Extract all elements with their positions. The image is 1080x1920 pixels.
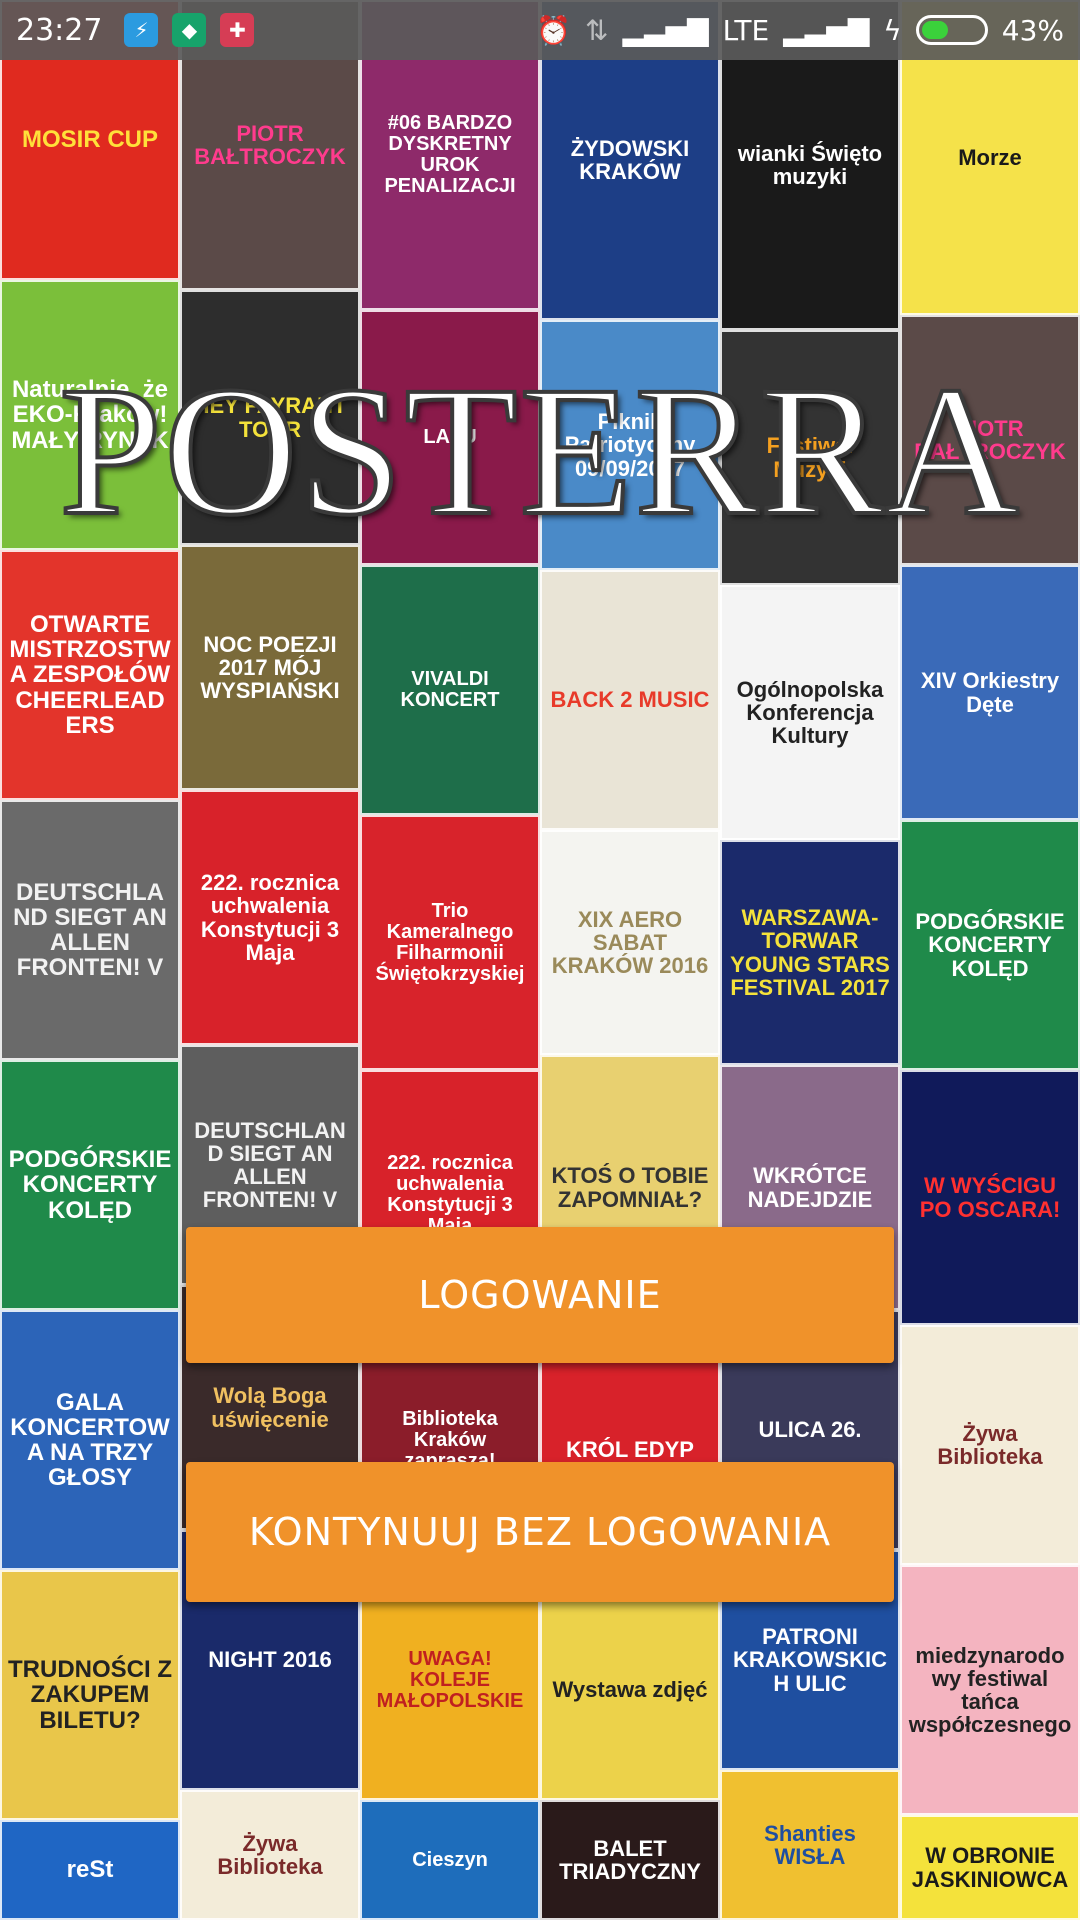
poster-title: #06 BARDZO DYSKRETNY UROK PENALIZACJI xyxy=(384,112,516,197)
usb-icon: ⚡ xyxy=(124,13,159,47)
poster-title: Cieszyn xyxy=(412,1848,488,1871)
poster-tile: XIV Orkiestry Dęte xyxy=(900,565,1080,820)
poster-tile: Żywa Biblioteka xyxy=(180,1790,360,1920)
poster-title: XIX AERO SABAT KRAKÓW 2016 xyxy=(551,906,709,979)
poster-tile: GALA KONCERTOWA NA TRZY GŁOSY xyxy=(0,1310,180,1570)
poster-tile: NOC POEZJI 2017 MÓJ WYSPIAŃSKI xyxy=(180,545,360,790)
poster-title: VIVALDI KONCERT xyxy=(400,668,500,711)
poster-tile: 222. rocznica uchwalenia Konstytucji 3 M… xyxy=(180,790,360,1045)
poster-title: GALA KONCERTOWA NA TRZY GŁOSY xyxy=(10,1388,170,1492)
poster-tile: PODGÓRSKIE KONCERTY KOLĘD xyxy=(900,820,1080,1070)
poster-tile: W OBRONIE JASKINIOWCA xyxy=(900,1815,1080,1920)
poster-title: DEUTSCHLAND SIEGT AN ALLEN FRONTEN! V xyxy=(194,1117,346,1213)
poster-title: Żywa Biblioteka xyxy=(937,1420,1043,1469)
poster-title: ŻYDOWSKI KRAKÓW xyxy=(570,135,690,184)
continue-without-login-button[interactable]: KONTYNUUJ BEZ LOGOWANIA xyxy=(186,1462,894,1602)
poster-title: PIOTR BAŁTROCZYK xyxy=(194,120,346,169)
poster-tile: OTWARTE MISTRZOSTWA ZESPOŁÓW CHEERLEADER… xyxy=(0,550,180,800)
poster-tile: VIVALDI KONCERT xyxy=(360,565,540,815)
poster-tile: DEUTSCHLAND SIEGT AN ALLEN FRONTEN! V xyxy=(0,800,180,1060)
poster-title: PATRONI KRAKOWSKICH ULIC xyxy=(733,1624,887,1696)
poster-tile: BACK 2 MUSIC xyxy=(540,570,720,830)
poster-title: DEUTSCHLAND SIEGT AN ALLEN FRONTEN! V xyxy=(13,878,167,982)
alarm-icon: ⏰ xyxy=(536,13,571,47)
poster-tile: Ogólnopolska Konferencja Kultury xyxy=(720,585,900,840)
poster-title: W WYŚCIGU PO OSCARA! xyxy=(919,1173,1061,1222)
poster-tile: Żywa Biblioteka xyxy=(900,1325,1080,1565)
poster-title: reSt xyxy=(66,1856,114,1884)
poster-tile: PODGÓRSKIE KONCERTY KOLĘD xyxy=(0,1060,180,1310)
poster-title: KRÓL EDYP xyxy=(566,1437,694,1463)
poster-tile: Trio Kameralnego Filharmonii Świętokrzys… xyxy=(360,815,540,1070)
network-type: LTE xyxy=(722,13,770,47)
poster-tile: Wystawa zdjęć xyxy=(540,1580,720,1800)
shield-icon: ◆ xyxy=(172,13,207,47)
poster-title: Shanties WISŁA xyxy=(764,1820,856,1869)
status-bar: 23:27 ⚡ ◆ ✚ ⏰ ⇅ ▂▃▅▇ LTE ▂▃▅▇ ϟ 43% xyxy=(0,0,1080,60)
poster-title: Wolą Boga uświęcenie xyxy=(211,1383,329,1432)
battery-percent: 43% xyxy=(1001,13,1064,47)
signal-icon-2: ▂▃▅▇ xyxy=(783,13,870,47)
poster-title: BALET TRIADYCZNY xyxy=(559,1835,701,1884)
poster-title: Żywa Biblioteka xyxy=(217,1830,323,1879)
app-title: POSTERRA xyxy=(57,347,1021,556)
poster-title: Wystawa zdjęć xyxy=(552,1677,708,1703)
login-button[interactable]: LOGOWANIE xyxy=(186,1227,894,1363)
poster-background-grid: MOSIR CUP Naturalnie, że EKO-Kraków! MAŁY… xyxy=(0,0,1080,1920)
poster-title: Trio Kameralnego Filharmonii Świętokrzys… xyxy=(375,899,525,985)
battery-icon xyxy=(915,15,988,45)
status-time: 23:27 xyxy=(16,12,103,48)
huawei-health-icon: ✚ xyxy=(220,13,255,47)
poster-tile: XIX AERO SABAT KRAKÓW 2016 xyxy=(540,830,720,1055)
poster-title: UWAGA! KOLEJE MAŁOPOLSKIE xyxy=(376,1647,524,1712)
poster-title: BACK 2 MUSIC xyxy=(550,687,710,713)
poster-tile: miedzynarodowy festiwal tańca współczesn… xyxy=(900,1565,1080,1815)
poster-title: XIV Orkiestry Dęte xyxy=(920,668,1060,717)
poster-title: WKRÓTCE NADEJDZIE xyxy=(747,1163,873,1212)
poster-tile: Cieszyn xyxy=(360,1800,540,1920)
data-transfer-icon: ⇅ xyxy=(584,13,609,47)
poster-tile: TRUDNOŚCI Z ZAKUPEM BILETU? xyxy=(0,1570,180,1820)
poster-title: NIGHT 2016 xyxy=(208,1647,332,1673)
poster-title: NOC POEZJI 2017 MÓJ WYSPIAŃSKI xyxy=(200,631,340,704)
poster-tile: reSt xyxy=(0,1820,180,1920)
poster-title: MOSIR CUP xyxy=(21,126,158,154)
poster-title: 222. rocznica uchwalenia Konstytucji 3 M… xyxy=(200,870,340,965)
poster-tile: BALET TRIADYCZNY xyxy=(540,1800,720,1920)
poster-title: OTWARTE MISTRZOSTWA ZESPOŁÓW CHEERLEADER… xyxy=(9,611,171,739)
poster-title: TRUDNOŚCI Z ZAKUPEM BILETU? xyxy=(8,1656,172,1734)
status-right-group: ⏰ ⇅ ▂▃▅▇ LTE ▂▃▅▇ ϟ 43% xyxy=(536,14,1064,47)
poster-title: PODGÓRSKIE KONCERTY KOLĘD xyxy=(915,909,1065,981)
poster-title: Morze xyxy=(958,144,1022,170)
poster-title: WARSZAWA-TORWAR YOUNG STARS FESTIVAL 201… xyxy=(730,905,890,1000)
poster-tile: W WYŚCIGU PO OSCARA! xyxy=(900,1070,1080,1325)
poster-tile: WARSZAWA-TORWAR YOUNG STARS FESTIVAL 201… xyxy=(720,840,900,1065)
poster-title: W OBRONIE JASKINIOWCA xyxy=(911,1843,1069,1892)
poster-title: KTOŚ O TOBIE ZAPOMNIAŁ? xyxy=(551,1163,709,1212)
poster-title: PODGÓRSKIE KONCERTY KOLĘD xyxy=(8,1146,172,1224)
poster-tile: Shanties WISŁA xyxy=(720,1770,900,1920)
charging-icon: ϟ xyxy=(883,13,902,47)
poster-title: 222. rocznica uchwalenia Konstytucji 3 M… xyxy=(387,1152,513,1237)
poster-title: ULICA 26. xyxy=(758,1417,862,1443)
poster-title: wianki Święto muzyki xyxy=(737,140,883,189)
battery-fill xyxy=(921,21,949,39)
signal-icon: ▂▃▅▇ xyxy=(622,13,709,47)
poster-title: miedzynarodowy festiwal tańca współczesn… xyxy=(908,1642,1072,1738)
poster-title: Ogólnopolska Konferencja Kultury xyxy=(736,676,884,749)
